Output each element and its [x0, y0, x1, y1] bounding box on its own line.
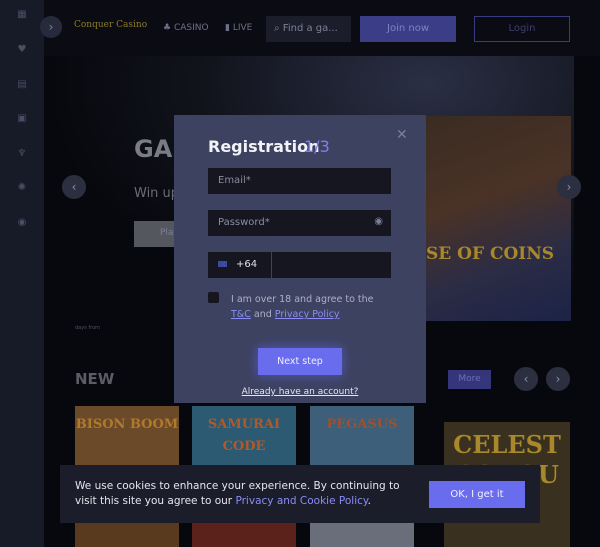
close-icon[interactable]: ✕: [396, 127, 408, 143]
game-tile[interactable]: SAMURAI CODE: [192, 406, 296, 466]
modal-step: 1/3: [304, 137, 330, 156]
next-step-button[interactable]: Next step: [258, 348, 342, 375]
game-tile[interactable]: BISON BOOM: [75, 406, 179, 466]
eye-icon[interactable]: ◉: [374, 216, 383, 227]
trophy-icon[interactable]: ♆: [16, 148, 28, 160]
modal-title: Registration: [208, 137, 320, 156]
agree-text: I am over 18 and agree to the T&C and Pri…: [231, 294, 374, 320]
game-tile[interactable]: [192, 523, 296, 547]
settings-icon[interactable]: ✺: [16, 182, 28, 194]
hero-small-text: days from: [75, 325, 101, 331]
calendar-icon[interactable]: ▤: [16, 79, 28, 91]
hero-subtitle: Win up: [134, 186, 180, 201]
nav-casino[interactable]: ♣ CASINO: [163, 23, 209, 33]
already-have-account-link[interactable]: Already have an account?: [174, 387, 426, 397]
join-now-button[interactable]: Join now: [360, 16, 456, 42]
phone-field[interactable]: [272, 252, 391, 278]
registration-modal: Registration 1/3 ✕ Email* Password* ◉ +64…: [174, 115, 426, 403]
gift-icon[interactable]: ▣: [16, 113, 28, 125]
game-tile[interactable]: [75, 523, 179, 547]
country-code-select[interactable]: +64: [208, 252, 271, 278]
clubs-icon: ♣: [163, 23, 172, 33]
hero-art: SE OF COINS: [426, 116, 571, 321]
section-title: NEW: [75, 370, 115, 388]
chat-icon[interactable]: ◉: [16, 217, 28, 229]
heart-icon[interactable]: ♥: [16, 44, 28, 56]
search-icon: ⌕: [274, 23, 280, 34]
nav-live[interactable]: ▮ LIVE: [225, 23, 252, 33]
logo[interactable]: Conquer Casino: [74, 20, 147, 30]
game-tile[interactable]: [310, 523, 414, 547]
expand-sidebar-button[interactable]: ›: [40, 16, 62, 38]
live-cards-icon: ▮: [225, 23, 230, 33]
cookie-ok-button[interactable]: OK, I get it: [429, 481, 525, 508]
login-button[interactable]: Login: [474, 16, 570, 42]
games-prev-button[interactable]: ‹: [514, 367, 538, 391]
password-field[interactable]: Password* ◉: [208, 210, 391, 236]
grid-icon[interactable]: ▦: [16, 9, 28, 21]
hero-next-button[interactable]: ›: [557, 175, 581, 199]
tc-link[interactable]: T&C: [231, 309, 251, 320]
cookie-policy-link[interactable]: Privacy and Cookie Policy: [235, 495, 367, 507]
cookie-text: We use cookies to enhance your experienc…: [75, 480, 400, 507]
privacy-policy-link[interactable]: Privacy Policy: [275, 309, 340, 320]
sidebar: ▦ ♥ ▤ ▣ ♆ ✺ ◉: [0, 0, 44, 547]
games-next-button[interactable]: ›: [546, 367, 570, 391]
hero-prev-button[interactable]: ‹: [62, 175, 86, 199]
search-input[interactable]: ⌕ Find a ga...: [266, 16, 351, 42]
email-field[interactable]: Email*: [208, 168, 391, 194]
game-tile[interactable]: PEGASUS: [310, 406, 414, 466]
more-button[interactable]: More: [448, 370, 491, 389]
age-checkbox[interactable]: [208, 292, 219, 303]
nz-flag-icon: [218, 261, 227, 267]
cookie-banner: We use cookies to enhance your experienc…: [60, 465, 540, 523]
